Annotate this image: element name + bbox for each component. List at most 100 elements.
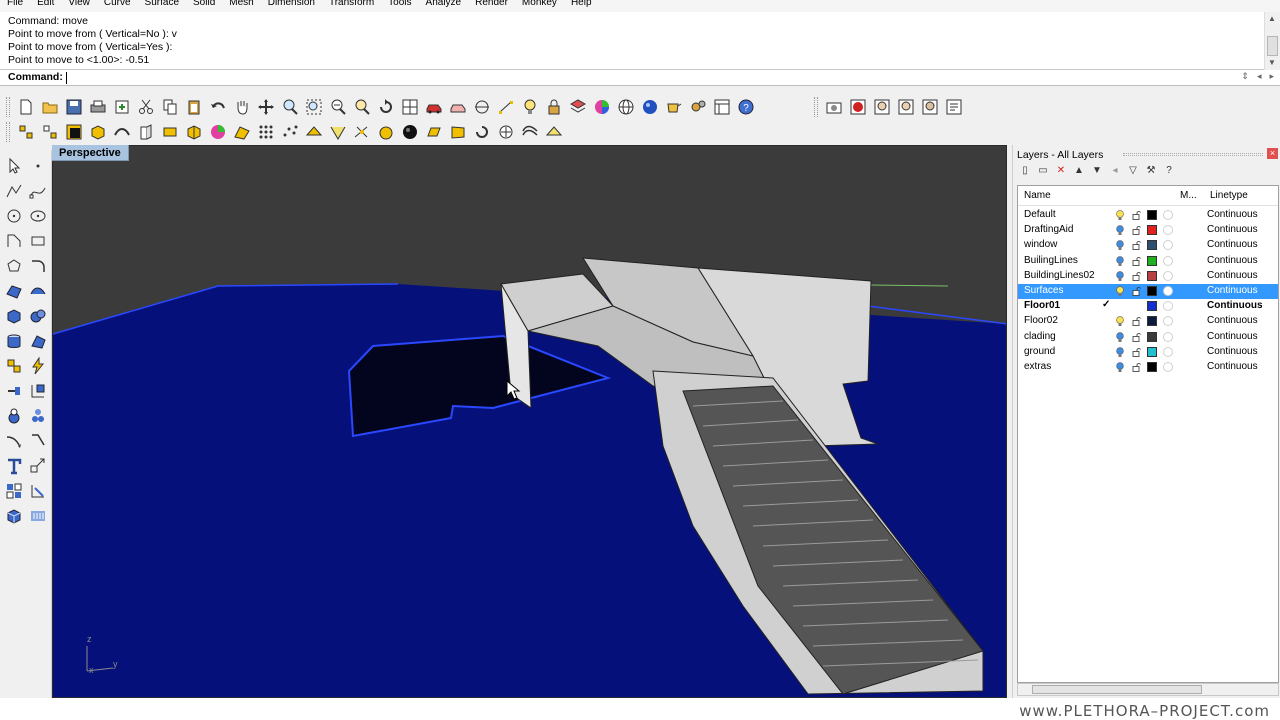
layer-row[interactable]: BuilingLines Continuous xyxy=(1018,254,1278,269)
new-sublayer-icon[interactable]: ▭ xyxy=(1037,165,1049,176)
spin-icon[interactable]: ⇕ xyxy=(1241,71,1249,82)
transform-points-button[interactable] xyxy=(39,122,60,143)
rotate-view-button[interactable] xyxy=(255,97,276,118)
menu-surface[interactable]: Surface xyxy=(138,0,186,8)
mesh-tools-button[interactable] xyxy=(27,330,48,351)
unlock-icon[interactable] xyxy=(1132,316,1141,327)
material-circle-icon[interactable] xyxy=(1163,301,1173,312)
material-circle-icon[interactable] xyxy=(1163,316,1173,327)
boolean-button[interactable] xyxy=(3,405,24,426)
unlock-icon[interactable] xyxy=(1132,332,1141,342)
record-button[interactable] xyxy=(847,97,868,118)
move-button[interactable] xyxy=(27,380,48,401)
layer-name[interactable]: ground xyxy=(1024,346,1055,357)
layer-linetype[interactable]: Continuous xyxy=(1207,285,1258,296)
menu-help[interactable]: Help xyxy=(564,0,599,8)
select-button[interactable] xyxy=(3,155,24,176)
layer-row[interactable]: Floor02 Continuous xyxy=(1018,314,1278,329)
menu-solid[interactable]: Solid xyxy=(186,0,222,8)
group-button[interactable] xyxy=(27,405,48,426)
material-circle-icon[interactable] xyxy=(1163,255,1173,266)
toolbar-grip[interactable] xyxy=(6,97,10,117)
planar-surface-button[interactable] xyxy=(159,122,180,143)
layer-name[interactable]: clading xyxy=(1024,331,1056,342)
copy-button[interactable] xyxy=(159,97,180,118)
viewport-title-tab[interactable]: Perspective xyxy=(52,145,129,161)
undo-button[interactable] xyxy=(207,97,228,118)
solid-sphere-button[interactable] xyxy=(399,122,420,143)
panel-grip[interactable] xyxy=(1123,153,1263,156)
point-button[interactable] xyxy=(27,155,48,176)
dimension-button[interactable] xyxy=(3,430,24,451)
sweep-button[interactable] xyxy=(111,122,132,143)
menu-view[interactable]: View xyxy=(61,0,97,8)
block-button[interactable] xyxy=(3,480,24,501)
layer-name[interactable]: BuilingLines xyxy=(1024,255,1078,266)
arc-button[interactable] xyxy=(3,230,24,251)
move-up-icon[interactable]: ▲ xyxy=(1073,165,1085,176)
blend-surface-button[interactable] xyxy=(375,122,396,143)
polyline-button[interactable] xyxy=(3,180,24,201)
render-preview-button[interactable] xyxy=(639,97,660,118)
unlock-icon[interactable] xyxy=(1132,286,1141,296)
osnap-button[interactable] xyxy=(471,97,492,118)
layer-name[interactable]: Default xyxy=(1024,209,1056,220)
viewport-face-1-button[interactable] xyxy=(871,97,892,118)
close-icon[interactable]: × xyxy=(1267,148,1278,159)
layer-row[interactable]: Floor01 ✓ Continuous xyxy=(1018,299,1278,314)
layers-horizontal-scrollbar[interactable] xyxy=(1017,683,1279,696)
render-box-button[interactable] xyxy=(3,505,24,526)
new-layer-icon[interactable]: ▯ xyxy=(1019,165,1031,176)
viewport-face-3-button[interactable] xyxy=(919,97,940,118)
polygon-button[interactable] xyxy=(3,255,24,276)
layer-linetype[interactable]: Continuous xyxy=(1207,315,1258,326)
material-circle-icon[interactable] xyxy=(1163,346,1173,357)
tools-icon[interactable]: ⚒ xyxy=(1145,165,1157,176)
material-circle-icon[interactable] xyxy=(1163,362,1173,372)
layer-row[interactable]: Default Continuous xyxy=(1018,208,1278,223)
box-button[interactable] xyxy=(87,122,108,143)
menu-edit[interactable]: Edit xyxy=(30,0,61,8)
layer-row[interactable]: ground Continuous xyxy=(1018,345,1278,360)
shaded-car-button[interactable] xyxy=(423,97,444,118)
column-header-linetype[interactable]: Linetype xyxy=(1210,190,1248,201)
command-line[interactable]: Command: ⇕ ◂ ▸ xyxy=(0,70,1280,86)
four-viewports-button[interactable] xyxy=(399,97,420,118)
unlock-icon[interactable] xyxy=(1132,225,1141,236)
help-icon[interactable]: ? xyxy=(1163,165,1175,176)
ellipse-button[interactable] xyxy=(27,205,48,226)
lightbulb-icon[interactable] xyxy=(1116,362,1124,373)
material-circle-icon[interactable] xyxy=(1163,270,1173,281)
menu-transform[interactable]: Transform xyxy=(322,0,381,8)
text-button[interactable] xyxy=(3,455,24,476)
layer-color-swatch[interactable] xyxy=(1147,301,1157,312)
layer-name[interactable]: BuildingLines02 xyxy=(1024,270,1095,281)
print-button[interactable] xyxy=(87,97,108,118)
lightbulb-icon[interactable] xyxy=(1116,286,1124,297)
render-button[interactable] xyxy=(663,97,684,118)
layer-color-swatch[interactable] xyxy=(1147,270,1157,281)
viewport-face-2-button[interactable] xyxy=(895,97,916,118)
layer-name[interactable]: window xyxy=(1024,239,1057,250)
scrollbar-thumb[interactable] xyxy=(1032,685,1202,694)
move-out-icon[interactable]: ◂ xyxy=(1109,165,1121,176)
column-header-name[interactable]: Name xyxy=(1024,190,1051,201)
detail-button[interactable] xyxy=(27,455,48,476)
lightbulb-icon[interactable] xyxy=(1116,210,1124,221)
drafting-button[interactable] xyxy=(27,505,48,526)
layer-row[interactable]: extras Continuous xyxy=(1018,360,1278,375)
menu-curve[interactable]: Curve xyxy=(97,0,138,8)
menu-dimension[interactable]: Dimension xyxy=(261,0,322,8)
menu-monkey[interactable]: Monkey xyxy=(515,0,564,8)
material-circle-icon[interactable] xyxy=(1163,286,1173,296)
extrude-button[interactable] xyxy=(135,122,156,143)
point-cloud-button[interactable] xyxy=(15,122,36,143)
black-box-button[interactable] xyxy=(63,122,84,143)
menu-mesh[interactable]: Mesh xyxy=(222,0,260,8)
scrollbar-thumb[interactable] xyxy=(1267,36,1278,56)
layer-color-swatch[interactable] xyxy=(1147,210,1157,220)
menu-analyze[interactable]: Analyze xyxy=(419,0,469,8)
fillet-edge-button[interactable] xyxy=(423,122,444,143)
scroll-down-icon[interactable]: ▼ xyxy=(1268,58,1276,67)
layer-color-swatch[interactable] xyxy=(1147,362,1157,372)
